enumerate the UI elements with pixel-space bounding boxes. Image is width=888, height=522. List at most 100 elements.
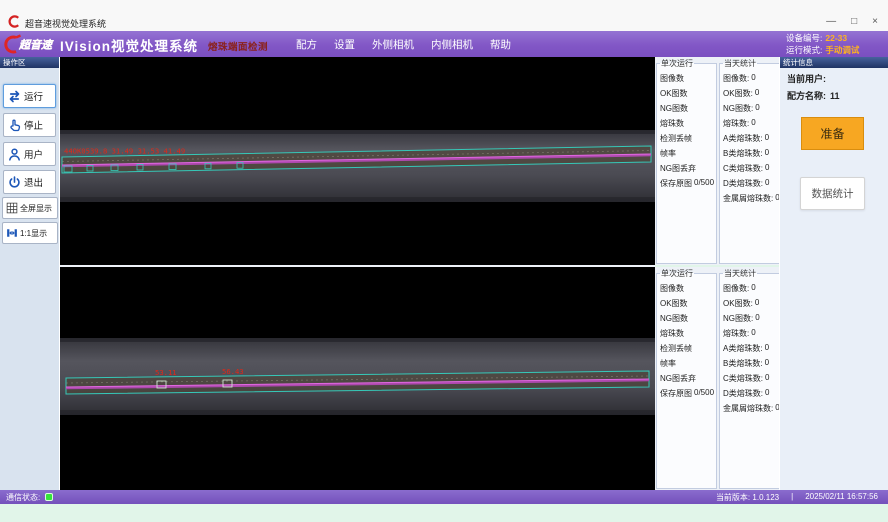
stat-label: OK图数: bbox=[723, 88, 753, 99]
stat-row: 熔珠数:0 bbox=[723, 118, 780, 129]
comm-status-led-icon bbox=[45, 493, 53, 501]
main-menu: 配方 设置 外侧相机 内侧相机 帮助 bbox=[296, 31, 511, 57]
stat-row: A类熔珠数:0 bbox=[723, 343, 780, 354]
outer-camera-view[interactable]: 44OK0539.8 31.49 31.53 41.49 bbox=[60, 57, 655, 265]
stat-label: NG图数: bbox=[723, 313, 753, 324]
run-button[interactable]: 运行 bbox=[3, 84, 56, 108]
stat-value: 0 bbox=[751, 328, 755, 339]
brand-logo: 超音速 bbox=[4, 33, 62, 55]
stat-label: 金属屑熔珠数: bbox=[723, 193, 773, 204]
status-bar: 通信状态: 当前版本: 1.0.123 | 2025/02/11 16:57:5… bbox=[0, 490, 888, 504]
operation-area-header: 操作区 bbox=[0, 57, 59, 68]
stat-label: 图像数 bbox=[660, 283, 684, 294]
stat-value: 0 bbox=[755, 88, 759, 99]
app-subtitle: 熔珠端面检测 bbox=[208, 39, 268, 53]
run-mode-value: 手动调试 bbox=[825, 45, 859, 55]
stat-row: 检测丢帧 bbox=[660, 343, 714, 354]
camera-view-area: 44OK0539.8 31.49 31.53 41.49 bbox=[60, 57, 655, 490]
stat-label: 图像数: bbox=[723, 73, 749, 84]
stat-label: 金属屑熔珠数: bbox=[723, 403, 773, 414]
stat-row: 金属屑熔珠数:0 bbox=[723, 403, 780, 414]
stat-label: 图像数 bbox=[660, 73, 684, 84]
status-separator: | bbox=[791, 492, 793, 503]
maximize-button[interactable]: □ bbox=[851, 15, 857, 28]
stat-row: OK图数:0 bbox=[723, 298, 780, 309]
stat-row: 熔珠数:0 bbox=[723, 328, 780, 339]
stat-row: D类熔珠数:0 bbox=[723, 388, 780, 399]
recipe-name-value: 11 bbox=[830, 91, 840, 101]
stat-row: OK图数 bbox=[660, 88, 714, 99]
menu-outer-camera[interactable]: 外侧相机 bbox=[372, 37, 414, 52]
stat-value: 0 bbox=[765, 358, 769, 369]
stat-row: 图像数:0 bbox=[723, 73, 780, 84]
single-run-group: 单次运行 图像数 OK图数 NG图数 熔珠数 检测丢帧 帧率 NG图丢弃 保存原… bbox=[656, 268, 717, 489]
menu-inner-camera[interactable]: 内侧相机 bbox=[431, 37, 473, 52]
stat-row: 图像数:0 bbox=[723, 283, 780, 294]
stop-hand-icon bbox=[7, 118, 22, 133]
device-number-value: 22-33 bbox=[825, 33, 847, 43]
user-icon bbox=[7, 147, 22, 162]
one-to-one-icon bbox=[6, 227, 18, 239]
device-info: 设备编号:22-33 运行模式:手动调试 bbox=[786, 33, 859, 56]
stop-button[interactable]: 停止 bbox=[3, 113, 56, 137]
statistics-info-header: 统计信息 bbox=[780, 57, 888, 68]
fullscreen-button[interactable]: 全屏显示 bbox=[2, 197, 58, 219]
stat-row: NG图丢弃 bbox=[660, 373, 714, 384]
app-header: 超音速 IVision视觉处理系统 熔珠端面检测 配方 设置 外侧相机 内侧相机… bbox=[0, 31, 888, 57]
stat-row: 熔珠数 bbox=[660, 328, 714, 339]
stat-label: 检测丢帧 bbox=[660, 133, 692, 144]
stat-row: NG图数 bbox=[660, 313, 714, 324]
brand-logo-text: 超音速 bbox=[18, 39, 54, 52]
app-logo-icon bbox=[8, 15, 21, 28]
inner-camera-view[interactable]: 53.11 56.43 bbox=[60, 267, 655, 490]
stat-label: C类熔珠数: bbox=[723, 373, 763, 384]
current-user-label: 当前用户: bbox=[787, 74, 826, 84]
stat-row: 保存原图0/500 bbox=[660, 178, 714, 189]
stat-value: 0 bbox=[765, 388, 769, 399]
desktop-background-strip bbox=[0, 504, 888, 522]
stat-label: NG图数 bbox=[660, 103, 688, 114]
stat-value: 0 bbox=[765, 163, 769, 174]
today-stats-title: 当天统计 bbox=[723, 58, 757, 69]
minimize-button[interactable]: — bbox=[826, 15, 836, 28]
stat-row: 保存原图0/500 bbox=[660, 388, 714, 399]
stat-label: 帧率 bbox=[660, 148, 676, 159]
menu-help[interactable]: 帮助 bbox=[490, 37, 511, 52]
stat-value: 0 bbox=[755, 103, 759, 114]
measurement-annotation: 53.11 bbox=[155, 368, 177, 377]
stat-label: A类熔珠数: bbox=[723, 343, 763, 354]
stat-label: B类熔珠数: bbox=[723, 148, 763, 159]
stop-button-label: 停止 bbox=[24, 118, 43, 132]
stat-label: 熔珠数 bbox=[660, 328, 684, 339]
menu-recipe[interactable]: 配方 bbox=[296, 37, 317, 52]
stat-label: D类熔珠数: bbox=[723, 388, 763, 399]
stat-row: A类熔珠数:0 bbox=[723, 133, 780, 144]
stat-label: NG图数 bbox=[660, 313, 688, 324]
recipe-name-label: 配方名称: bbox=[787, 91, 826, 101]
stat-label: 熔珠数: bbox=[723, 328, 749, 339]
operation-sidebar: 操作区 运行 停止 用户 退出 bbox=[0, 57, 60, 490]
user-button[interactable]: 用户 bbox=[3, 142, 56, 166]
menu-settings[interactable]: 设置 bbox=[334, 37, 355, 52]
stats-panel-outer: 单次运行 图像数 OK图数 NG图数 熔珠数 检测丢帧 帧率 NG图丢弃 保存原… bbox=[655, 57, 779, 265]
stat-value: 0 bbox=[765, 373, 769, 384]
prepare-button[interactable]: 准备 bbox=[801, 117, 864, 150]
stat-value: 0 bbox=[755, 298, 759, 309]
today-stats-group: 当天统计 图像数:0 OK图数:0 NG图数:0 熔珠数:0 A类熔珠数:0 B… bbox=[719, 268, 783, 489]
window-controls: — □ × bbox=[826, 15, 878, 28]
window-title: 超音速视觉处理系统 bbox=[25, 17, 106, 30]
stat-row: NG图丢弃 bbox=[660, 163, 714, 174]
version-label: 当前版本: bbox=[716, 493, 750, 502]
stat-row: 帧率 bbox=[660, 148, 714, 159]
version-value: 1.0.123 bbox=[752, 493, 779, 502]
stats-panel-inner: 单次运行 图像数 OK图数 NG图数 熔珠数 检测丢帧 帧率 NG图丢弃 保存原… bbox=[655, 267, 779, 490]
data-statistics-button[interactable]: 数据统计 bbox=[800, 177, 865, 210]
one-to-one-button[interactable]: 1:1显示 bbox=[2, 222, 58, 244]
stat-label: NG图数: bbox=[723, 103, 753, 114]
stat-label: B类熔珠数: bbox=[723, 358, 763, 369]
close-button[interactable]: × bbox=[872, 15, 878, 28]
exit-button[interactable]: 退出 bbox=[3, 170, 56, 194]
statistics-info-panel: 统计信息 当前用户: 配方名称: 11 准备 数据统计 bbox=[779, 57, 888, 490]
stat-value: 0/500 bbox=[694, 178, 714, 189]
stat-row: NG图数 bbox=[660, 103, 714, 114]
